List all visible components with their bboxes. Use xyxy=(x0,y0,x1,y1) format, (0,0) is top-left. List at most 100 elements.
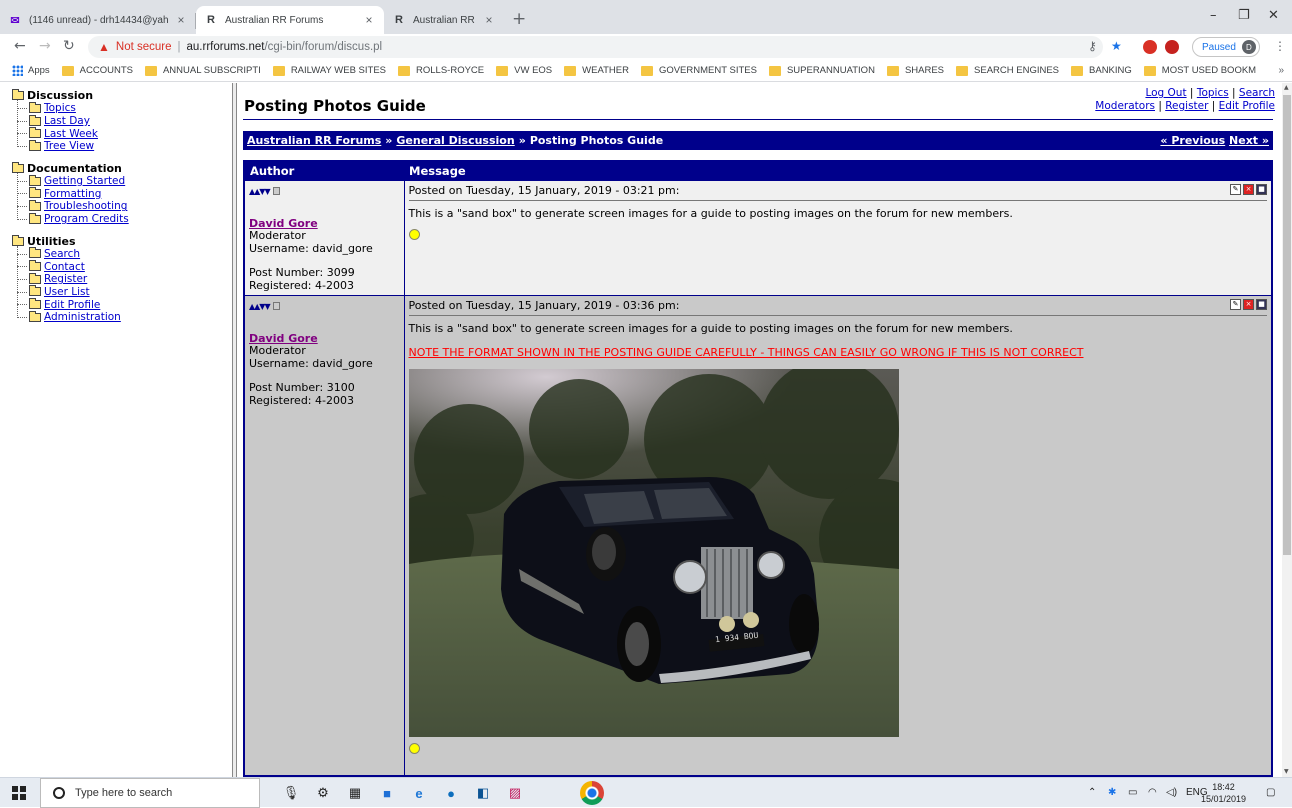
folder-icon xyxy=(1071,65,1084,76)
breadcrumb-root[interactable]: Australian RR Forums xyxy=(247,134,381,147)
post-navigation-icon[interactable]: ▲▲▼▼ xyxy=(249,302,271,311)
breadcrumb-section[interactable]: General Discussion xyxy=(396,134,514,147)
moderators-link[interactable]: Moderators xyxy=(1095,100,1155,112)
bookmark-folder[interactable]: SEARCH ENGINES xyxy=(956,65,1059,76)
author-role: Moderator xyxy=(249,229,306,242)
forward-icon[interactable]: → xyxy=(39,38,51,54)
delete-post-icon[interactable]: × xyxy=(1243,184,1254,195)
chrome-icon[interactable] xyxy=(580,781,604,805)
folder-icon xyxy=(29,212,41,224)
bookmark-folder[interactable]: MOST USED BOOKM xyxy=(1143,65,1256,76)
minimize-icon[interactable]: – xyxy=(1210,8,1217,23)
tab-mail[interactable]: ✉ (1146 unread) - drh14434@yahoo × xyxy=(0,6,196,34)
chevron-up-icon[interactable]: ⌃ xyxy=(1088,787,1096,798)
url-path: /cgi-bin/forum/discus.pl xyxy=(264,41,383,53)
microphone-icon[interactable]: 🎙 xyxy=(282,784,300,802)
scroll-up-icon[interactable]: ▲ xyxy=(1284,84,1289,91)
extension-icon[interactable] xyxy=(1165,40,1179,54)
taskbar-clock[interactable]: 18:42 15/01/2019 xyxy=(1201,781,1246,805)
bookmark-folder[interactable]: WEATHER xyxy=(564,65,629,76)
sidebar-item-last-day[interactable]: Last Day xyxy=(44,115,90,127)
profile-button[interactable]: Paused D xyxy=(1192,37,1260,57)
bookmark-folder[interactable]: BANKING xyxy=(1071,65,1132,76)
bookmark-folder[interactable]: ROLLS-ROYCE xyxy=(398,65,484,76)
bluetooth-icon[interactable]: ✱ xyxy=(1108,787,1116,798)
bookmark-folder[interactable]: VW EOS xyxy=(496,65,552,76)
sidebar-item-search[interactable]: Search xyxy=(44,248,80,260)
sidebar-item-formatting[interactable]: Formatting xyxy=(44,188,101,200)
print-post-icon[interactable]: ■ xyxy=(1256,299,1267,310)
star-icon[interactable]: ★ xyxy=(1111,39,1122,53)
windows-start-icon[interactable] xyxy=(12,786,26,800)
bookmark-folder[interactable]: SHARES xyxy=(886,65,944,76)
tab-posting[interactable]: R Australian RR Forums: Posting Ph × xyxy=(384,6,504,34)
sidebar-item-edit-profile[interactable]: Edit Profile xyxy=(44,299,100,311)
edit-profile-link[interactable]: Edit Profile xyxy=(1219,100,1275,112)
browser-icon[interactable]: ● xyxy=(442,784,460,802)
previous-link[interactable]: « Previous xyxy=(1160,134,1225,147)
bookmark-folder[interactable]: SUPERANNUATION xyxy=(768,65,875,76)
edge-icon[interactable]: e xyxy=(410,784,428,802)
topics-link[interactable]: Topics xyxy=(1197,87,1229,99)
tab-forums[interactable]: R Australian RR Forums × xyxy=(196,6,384,34)
edit-post-icon[interactable]: ✎ xyxy=(1230,184,1241,195)
file-explorer-icon[interactable]: ■ xyxy=(378,784,396,802)
post-navigation-icon[interactable]: ▲▲▼▼ xyxy=(249,187,271,196)
scrollbar-thumb[interactable] xyxy=(1283,95,1291,555)
bookmark-folder[interactable]: GOVERNMENT SITES xyxy=(640,65,757,76)
new-tab-icon[interactable]: + xyxy=(512,9,526,29)
next-link[interactable]: Next » xyxy=(1229,134,1269,147)
sidebar-item-program-credits[interactable]: Program Credits xyxy=(44,213,129,225)
scroll-down-icon[interactable]: ▼ xyxy=(1284,768,1289,775)
photos-icon[interactable]: ▨ xyxy=(506,784,524,802)
reload-icon[interactable]: ↻ xyxy=(63,38,75,54)
restore-icon[interactable]: ❐ xyxy=(1238,8,1250,23)
calculator-icon[interactable]: ▦ xyxy=(346,784,364,802)
sidebar-item-tree-view[interactable]: Tree View xyxy=(44,140,94,152)
frame-divider[interactable] xyxy=(232,83,237,777)
volume-icon[interactable]: ◁) xyxy=(1166,787,1177,798)
back-icon[interactable]: ← xyxy=(14,38,26,54)
settings-icon[interactable]: ⚙ xyxy=(314,784,332,802)
sidebar-item-troubleshooting[interactable]: Troubleshooting xyxy=(44,200,127,212)
taskbar-search[interactable]: Type here to search xyxy=(40,778,260,808)
adblock-icon[interactable] xyxy=(1143,40,1157,54)
mail-icon[interactable] xyxy=(273,187,281,195)
sidebar-item-last-week[interactable]: Last Week xyxy=(44,128,98,140)
wifi-icon[interactable]: ◠ xyxy=(1148,787,1157,798)
close-window-icon[interactable]: ✕ xyxy=(1268,8,1279,23)
close-tab-icon[interactable]: × xyxy=(482,13,496,27)
delete-post-icon[interactable]: × xyxy=(1243,299,1254,310)
bookmark-apps[interactable]: Apps xyxy=(12,65,50,76)
address-bar[interactable]: ▲ Not secure | au.rrforums.net /cgi-bin/… xyxy=(88,36,1103,58)
folder-icon xyxy=(398,65,411,76)
sidebar-item-user-list[interactable]: User List xyxy=(44,286,90,298)
sidebar-item-register[interactable]: Register xyxy=(44,273,87,285)
notifications-icon[interactable]: ▢ xyxy=(1266,787,1275,798)
page-scrollbar[interactable]: ▲ ▼ xyxy=(1282,83,1292,777)
battery-icon[interactable]: ▭ xyxy=(1128,787,1137,798)
column-header-author: Author xyxy=(244,161,404,181)
logout-link[interactable]: Log Out xyxy=(1145,87,1186,99)
app-icon[interactable]: ◧ xyxy=(474,784,492,802)
bookmark-folder[interactable]: ANNUAL SUBSCRIPTI xyxy=(144,65,261,76)
posting-guide-warning-link[interactable]: NOTE THE FORMAT SHOWN IN THE POSTING GUI… xyxy=(409,346,1268,359)
rolls-royce-photo[interactable]: 1 934 BOU xyxy=(408,369,899,737)
menu-icon[interactable]: ⋮ xyxy=(1274,39,1286,53)
sidebar-item-getting-started[interactable]: Getting Started xyxy=(44,175,125,187)
sidebar-item-contact[interactable]: Contact xyxy=(44,261,85,273)
register-link[interactable]: Register xyxy=(1165,100,1208,112)
close-tab-icon[interactable]: × xyxy=(362,13,376,27)
search-link[interactable]: Search xyxy=(1239,87,1275,99)
more-bookmarks-icon[interactable]: » xyxy=(1278,65,1284,76)
bookmark-folder[interactable]: ACCOUNTS xyxy=(61,65,133,76)
close-tab-icon[interactable]: × xyxy=(174,13,188,27)
posts-table: Author Message ▲▲▼▼ David Gore Moderator… xyxy=(243,160,1273,777)
sidebar-item-topics[interactable]: Topics xyxy=(44,102,76,114)
sidebar-item-administration[interactable]: Administration xyxy=(44,311,121,323)
mail-icon[interactable] xyxy=(273,302,281,310)
key-icon[interactable]: ⚷ xyxy=(1088,39,1097,53)
print-post-icon[interactable]: ■ xyxy=(1256,184,1267,195)
edit-post-icon[interactable]: ✎ xyxy=(1230,299,1241,310)
bookmark-folder[interactable]: RAILWAY WEB SITES xyxy=(272,65,386,76)
